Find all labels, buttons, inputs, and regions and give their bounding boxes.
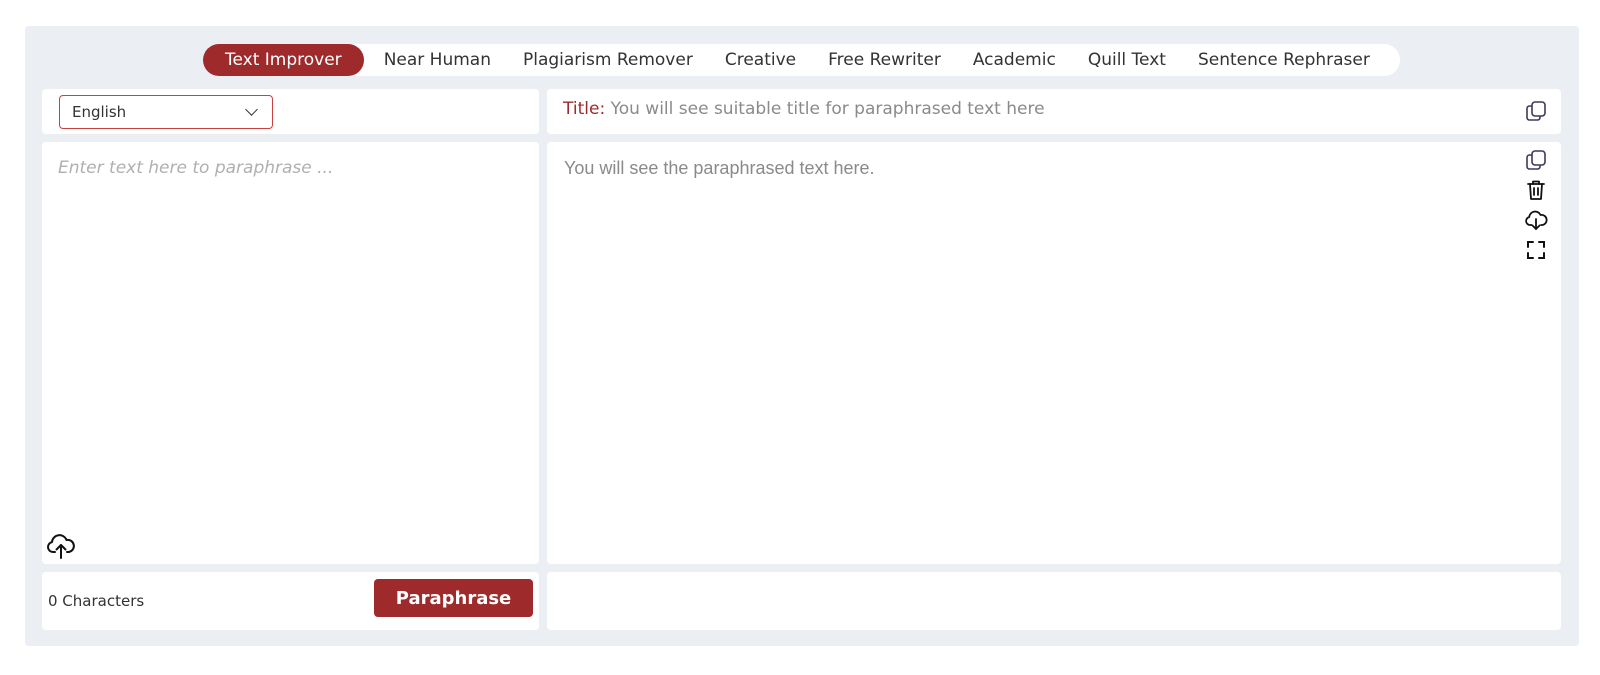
output-placeholder: You will see the paraphrased text here.	[564, 158, 875, 178]
language-select-value: English	[72, 103, 127, 121]
tab-plagiarism-remover[interactable]: Plagiarism Remover	[507, 44, 709, 76]
tab-academic[interactable]: Academic	[957, 44, 1072, 76]
title-label: Title	[563, 99, 600, 119]
input-panel[interactable]: Enter text here to paraphrase ...	[42, 142, 539, 564]
mode-tabs: Text Improver Near Human Plagiarism Remo…	[203, 44, 1400, 76]
title-placeholder: You will see suitable title for paraphra…	[610, 99, 1045, 119]
language-select[interactable]: English	[59, 95, 273, 129]
output-footer	[547, 572, 1561, 630]
tab-quill-text[interactable]: Quill Text	[1072, 44, 1182, 76]
input-footer: 0 Characters Paraphrase	[42, 572, 539, 630]
copy-icon[interactable]	[1524, 148, 1548, 172]
fullscreen-icon[interactable]	[1524, 238, 1548, 262]
title-separator: :	[599, 99, 606, 119]
language-panel: English	[42, 89, 539, 134]
copy-icon[interactable]	[1524, 99, 1548, 123]
output-panel: You will see the paraphrased text here.	[547, 142, 1561, 564]
tab-creative[interactable]: Creative	[709, 44, 812, 76]
chevron-down-icon	[245, 103, 258, 116]
tab-free-rewriter[interactable]: Free Rewriter	[812, 44, 957, 76]
title-line: Title: You will see suitable title for p…	[563, 99, 1045, 119]
tab-near-human[interactable]: Near Human	[368, 44, 507, 76]
tab-text-improver[interactable]: Text Improver	[203, 44, 364, 76]
cloud-download-icon[interactable]	[1524, 208, 1548, 232]
paraphrase-button[interactable]: Paraphrase	[374, 579, 533, 617]
character-count: 0 Characters	[48, 592, 145, 610]
input-placeholder: Enter text here to paraphrase ...	[58, 158, 334, 178]
trash-icon[interactable]	[1524, 178, 1548, 202]
cloud-upload-icon[interactable]	[46, 532, 76, 560]
title-panel: Title: You will see suitable title for p…	[547, 89, 1561, 134]
tab-sentence-rephraser[interactable]: Sentence Rephraser	[1182, 44, 1386, 76]
